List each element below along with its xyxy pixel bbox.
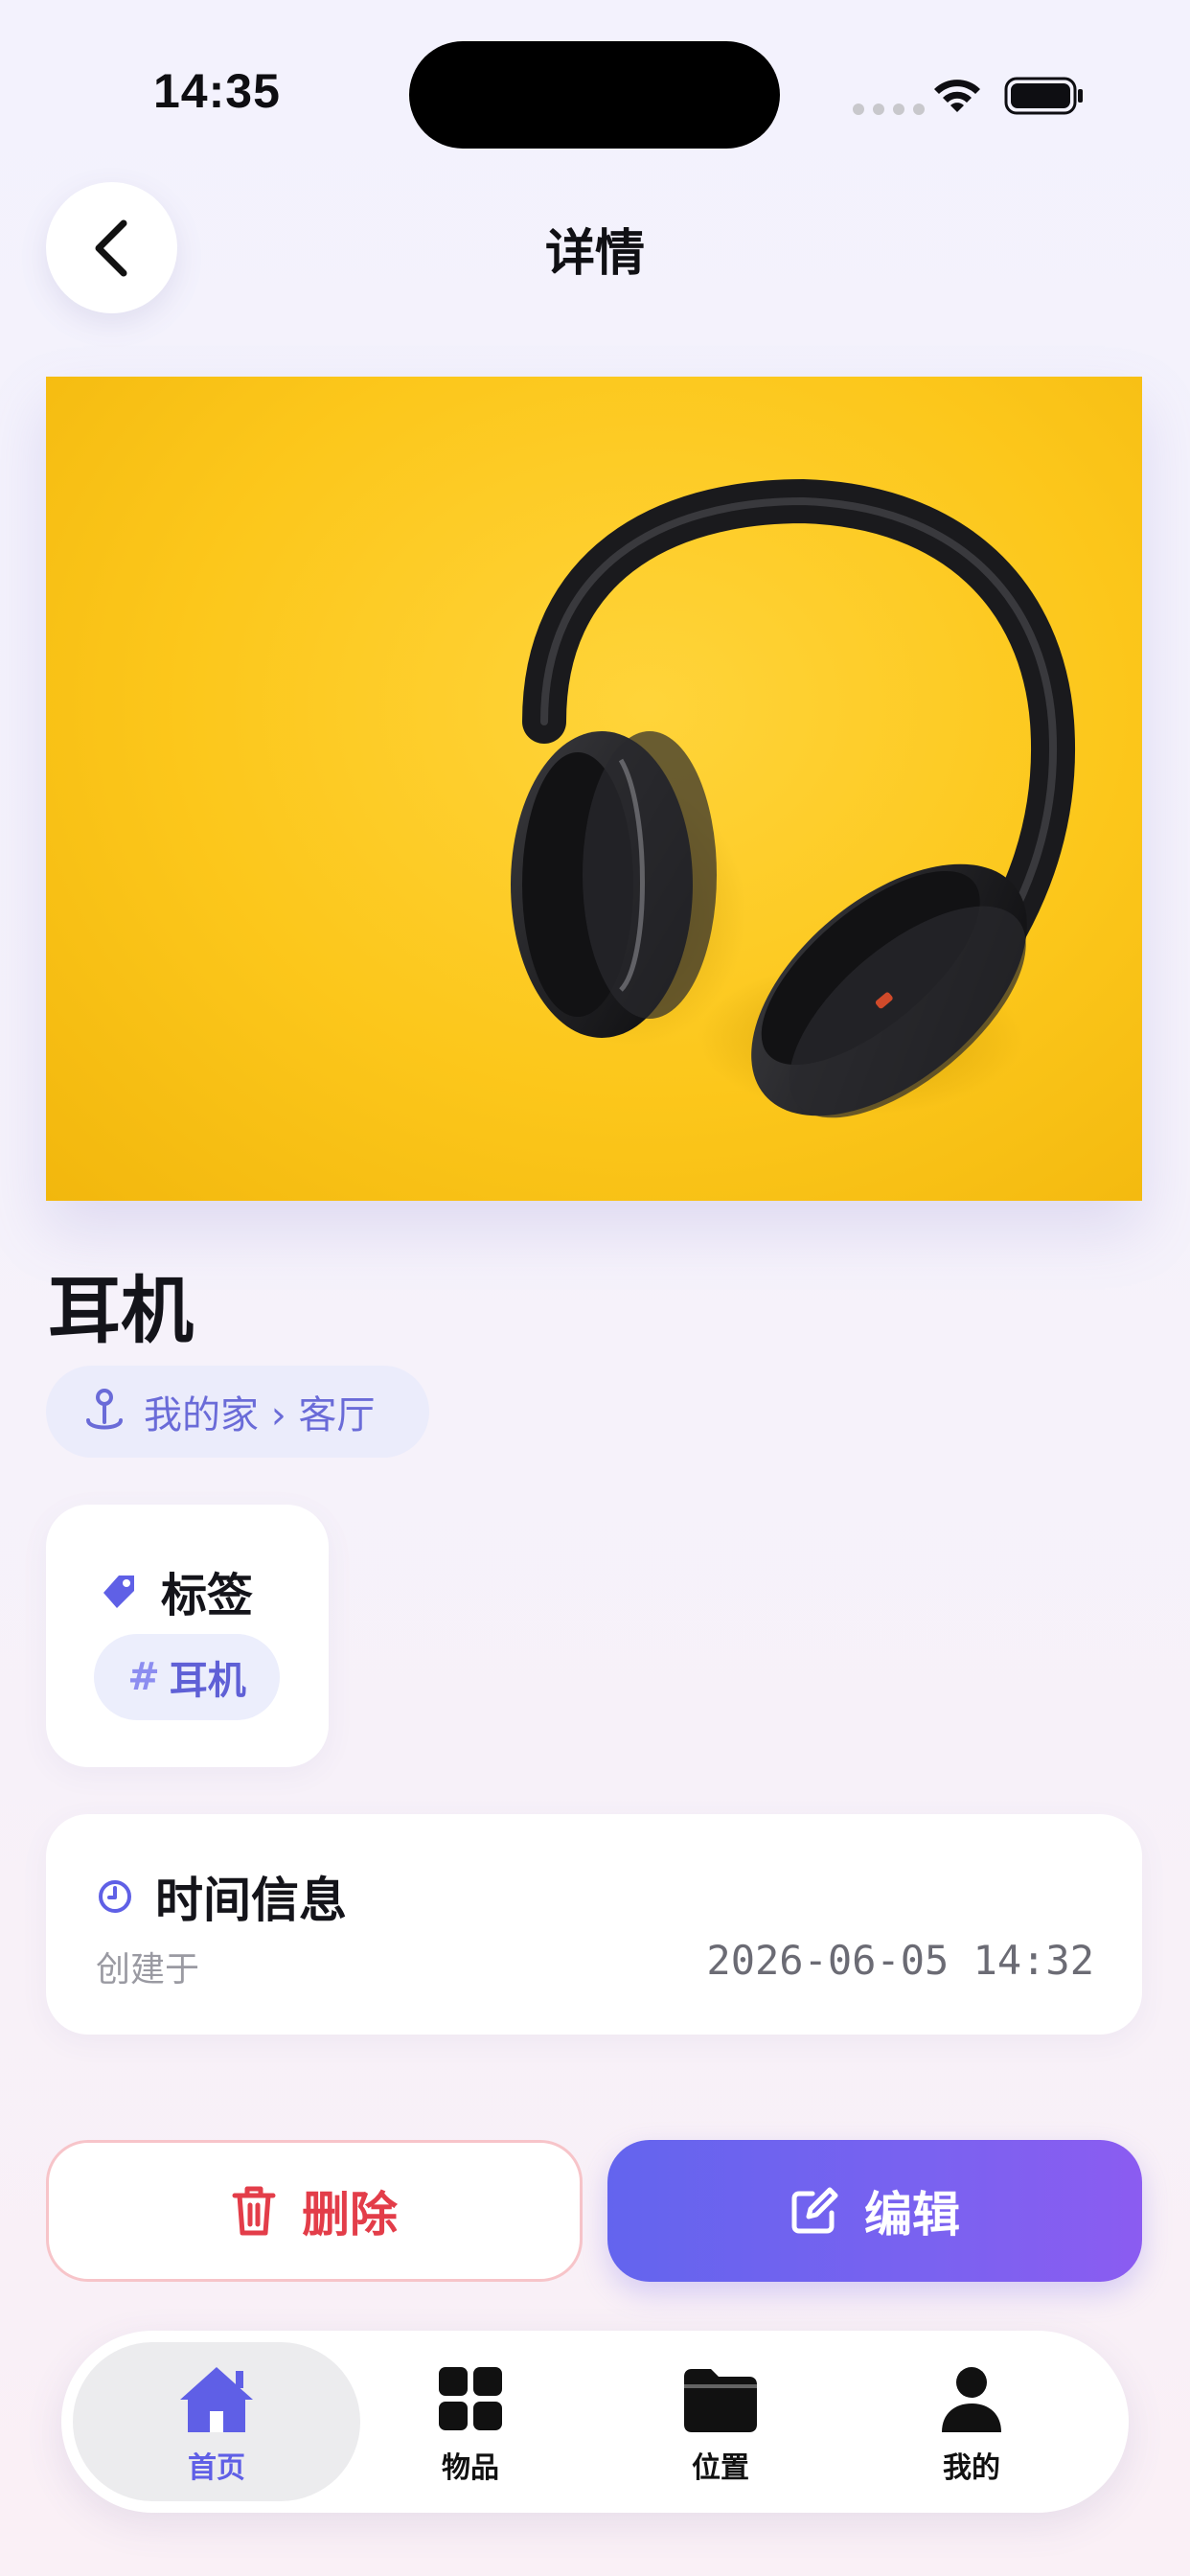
home-icon bbox=[180, 2367, 253, 2432]
trash-icon bbox=[232, 2186, 276, 2236]
nav-label-locations: 位置 bbox=[692, 2451, 749, 2485]
time-info-title: 时间信息 bbox=[155, 1873, 347, 1928]
folder-icon bbox=[684, 2369, 757, 2432]
nav-label-profile: 我的 bbox=[943, 2451, 1000, 2485]
location-path-text: 我的家 › 客厅 bbox=[144, 1393, 376, 1438]
delete-label: 删除 bbox=[302, 2187, 398, 2242]
location-breadcrumb[interactable]: 我的家 › 客厅 bbox=[46, 1366, 429, 1458]
nav-item-locations[interactable]: 位置 bbox=[634, 2363, 807, 2488]
person-icon bbox=[942, 2367, 1001, 2432]
item-name: 耳机 bbox=[48, 1268, 194, 1353]
tag-label: 耳机 bbox=[169, 1659, 246, 1703]
battery-icon bbox=[1004, 77, 1083, 115]
status-time: 14:35 bbox=[153, 64, 281, 118]
nav-item-home[interactable]: 首页 bbox=[130, 2363, 303, 2488]
time-info-header: 时间信息 bbox=[96, 1862, 347, 1931]
time-info-card: 时间信息 创建于 2026-06-05 14:32 bbox=[46, 1814, 1142, 2035]
nav-label-items: 物品 bbox=[442, 2451, 499, 2485]
edit-button[interactable]: 编辑 bbox=[607, 2140, 1142, 2282]
nav-label-home: 首页 bbox=[188, 2451, 245, 2485]
tags-header: 标签 bbox=[98, 1557, 253, 1624]
tag-hash-symbol: # bbox=[127, 1655, 160, 1699]
tag-chip[interactable]: # 耳机 bbox=[94, 1634, 280, 1720]
delete-button[interactable]: 删除 bbox=[46, 2140, 583, 2282]
tags-title: 标签 bbox=[161, 1569, 254, 1622]
tag-icon bbox=[103, 1576, 134, 1608]
location-pin-icon bbox=[86, 1389, 123, 1430]
cellular-signal-icon bbox=[853, 104, 925, 115]
created-value: 2026-06-05 14:32 bbox=[706, 1937, 1094, 1984]
nav-item-profile[interactable]: 我的 bbox=[885, 2363, 1058, 2488]
clock-icon bbox=[99, 1880, 131, 1913]
created-label: 创建于 bbox=[96, 1950, 200, 1990]
tags-card: 标签 # 耳机 bbox=[46, 1505, 329, 1767]
edit-label: 编辑 bbox=[864, 2187, 960, 2242]
bottom-nav: 首页 物品 位置 我的 bbox=[61, 2331, 1129, 2513]
page-title: 详情 bbox=[544, 225, 645, 283]
edit-icon bbox=[791, 2187, 838, 2234]
headphones-image bbox=[511, 478, 1075, 1118]
nav-item-items[interactable]: 物品 bbox=[384, 2363, 557, 2488]
item-photo bbox=[46, 377, 1142, 1201]
dynamic-island bbox=[409, 41, 780, 149]
wifi-icon bbox=[934, 80, 980, 112]
grid-icon bbox=[439, 2367, 502, 2430]
